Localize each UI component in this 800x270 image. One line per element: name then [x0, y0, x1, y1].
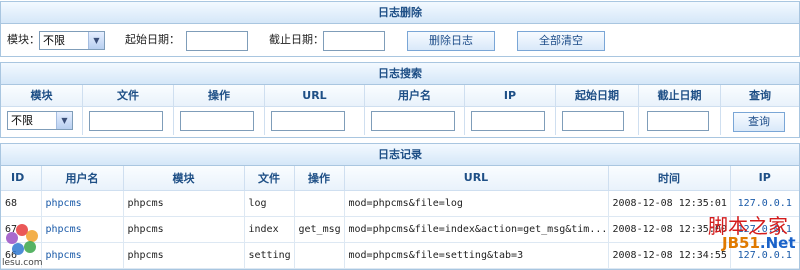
search-module-value: 不限: [11, 114, 33, 127]
log-header-username: 用户名: [41, 166, 124, 191]
watermark-jb51: JB51: [722, 234, 760, 252]
log-header-action: 操作: [294, 166, 345, 191]
search-url-cell: [265, 107, 365, 135]
jb51-watermark: 脚本之家 JB51.Net: [706, 210, 798, 266]
log-delete-title: 日志删除: [1, 2, 799, 24]
search-username-input[interactable]: [371, 111, 455, 131]
search-header-row: 模块 文件 操作 URL 用户名 IP 起始日期 截止日期 查询: [1, 85, 799, 107]
log-header-url: URL: [344, 166, 609, 191]
search-input-row: 不限 ▼ 查询: [1, 107, 799, 135]
log-file: index: [244, 216, 295, 243]
search-header-url: URL: [265, 85, 365, 107]
log-delete-form: 模块： 不限 ▼ 起始日期： 截止日期： 删除日志 全部清空: [1, 24, 799, 56]
table-row: 66 phpcms phpcms setting mod=phpcms&file…: [1, 242, 799, 269]
watermark-site-text: lesu.com: [2, 258, 43, 268]
search-header-end-date: 截止日期: [639, 85, 721, 107]
delete-module-value: 不限: [43, 34, 65, 47]
log-module: phpcms: [123, 216, 245, 243]
search-ip-input[interactable]: [471, 111, 545, 131]
log-header-row: ID 用户名 模块 文件 操作 URL 时间 IP: [1, 166, 799, 191]
lesu-watermark: lesu.com: [2, 222, 48, 268]
module-label: 模块：: [7, 33, 40, 46]
delete-start-date-input[interactable]: [186, 31, 248, 51]
search-header-action: 操作: [174, 85, 265, 107]
search-query-cell: 查询: [721, 107, 799, 135]
end-date-label: 截止日期：: [269, 33, 324, 46]
log-username-link[interactable]: phpcms: [41, 190, 124, 217]
watermark-domain: JB51.Net: [722, 234, 796, 252]
flower-petal-icon: [12, 243, 24, 255]
log-file: log: [244, 190, 295, 217]
flower-petal-icon: [6, 232, 18, 244]
log-action: [294, 190, 345, 217]
search-module-cell: 不限 ▼: [1, 107, 83, 135]
search-file-input[interactable]: [89, 111, 163, 131]
chevron-down-icon: ▼: [56, 112, 72, 129]
chevron-down-icon: ▼: [88, 32, 104, 49]
log-id: 68: [1, 190, 42, 217]
log-action: [294, 242, 345, 269]
log-header-file: 文件: [244, 166, 295, 191]
log-table: ID 用户名 模块 文件 操作 URL 时间 IP 68 phpcms phpc…: [1, 166, 799, 269]
log-module: phpcms: [123, 190, 245, 217]
log-search-panel: 日志搜索 模块 文件 操作 URL 用户名 IP 起始日期 截止日期 查询 不限…: [0, 62, 800, 138]
clear-all-button[interactable]: 全部清空: [517, 31, 605, 51]
log-module: phpcms: [123, 242, 245, 269]
search-ip-cell: [465, 107, 556, 135]
search-username-cell: [365, 107, 465, 135]
search-header-module: 模块: [1, 85, 83, 107]
log-search-title: 日志搜索: [1, 63, 799, 85]
search-button[interactable]: 查询: [733, 112, 785, 132]
start-date-label: 起始日期：: [125, 33, 180, 46]
search-module-select[interactable]: 不限 ▼: [7, 111, 73, 130]
search-url-input[interactable]: [271, 111, 345, 131]
log-username-link[interactable]: phpcms: [41, 242, 124, 269]
log-records-title: 日志记录: [1, 144, 799, 166]
search-header-start-date: 起始日期: [556, 85, 639, 107]
search-header-username: 用户名: [365, 85, 465, 107]
search-end-date-cell: [639, 107, 721, 135]
log-header-time: 时间: [608, 166, 731, 191]
delete-module-select[interactable]: 不限 ▼: [39, 31, 105, 50]
search-start-date-cell: [556, 107, 639, 135]
search-action-input[interactable]: [180, 111, 254, 131]
search-header-query: 查询: [749, 89, 771, 102]
log-username-link[interactable]: phpcms: [41, 216, 124, 243]
log-header-id: ID: [1, 166, 42, 191]
delete-end-date-input[interactable]: [323, 31, 385, 51]
log-url: mod=phpcms&file=index&action=get_msg&tim…: [344, 216, 609, 243]
log-url: mod=phpcms&file=log: [344, 190, 609, 217]
watermark-net: .Net: [759, 234, 796, 252]
log-delete-panel: 日志删除 模块： 不限 ▼ 起始日期： 截止日期： 删除日志 全部清空: [0, 1, 800, 57]
flower-petal-icon: [24, 241, 36, 253]
log-file: setting: [244, 242, 295, 269]
log-url: mod=phpcms&file=setting&tab=3: [344, 242, 609, 269]
log-records-panel: 日志记录 ID 用户名 模块 文件 操作 URL 时间 IP 68 phpcms…: [0, 143, 800, 270]
log-action: get_msg: [294, 216, 345, 243]
search-start-date-input[interactable]: [562, 111, 624, 131]
search-file-cell: [83, 107, 174, 135]
log-header-ip: IP: [730, 166, 799, 191]
table-row: 67 phpcms phpcms index get_msg mod=phpcm…: [1, 216, 799, 243]
delete-log-button[interactable]: 删除日志: [407, 31, 495, 51]
search-action-cell: [174, 107, 265, 135]
search-header-file: 文件: [83, 85, 174, 107]
table-row: 68 phpcms phpcms log mod=phpcms&file=log…: [1, 190, 799, 217]
log-header-module: 模块: [123, 166, 245, 191]
search-end-date-input[interactable]: [647, 111, 709, 131]
search-header-ip: IP: [465, 85, 556, 107]
